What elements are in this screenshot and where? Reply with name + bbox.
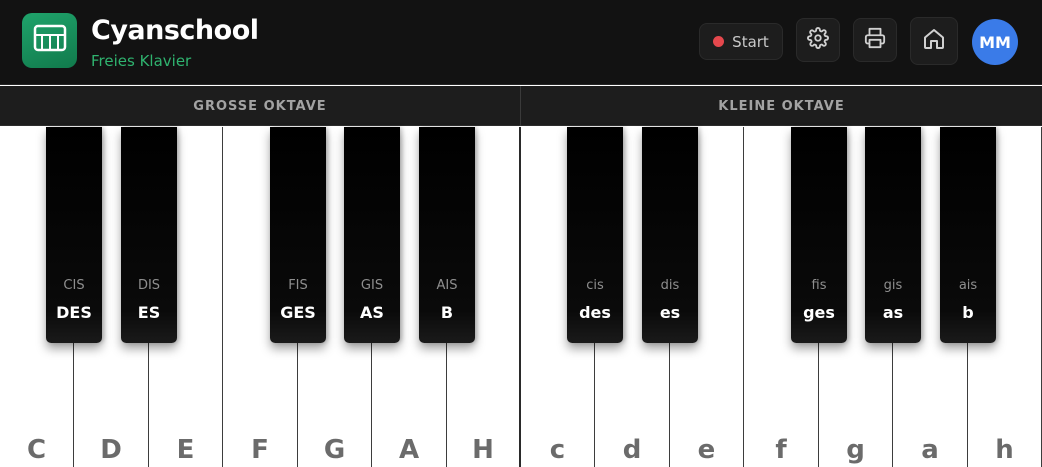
- home-icon: [922, 27, 946, 56]
- white-key-label: g: [846, 435, 865, 465]
- octave-label-kleine: KLEINE OKTAVE: [718, 98, 845, 114]
- white-key-label: D: [100, 435, 122, 465]
- white-key-label: E: [176, 435, 195, 465]
- octave-bar: GROSSE OKTAVE KLEINE OKTAVE: [0, 86, 1042, 126]
- octave-label-grosse: GROSSE OKTAVE: [193, 98, 327, 114]
- app-title: Cyanschool: [91, 15, 259, 46]
- black-key-B[interactable]: AIS B: [419, 127, 475, 343]
- user-avatar[interactable]: MM: [972, 19, 1018, 65]
- piano-keyboard: C D E F G A Hc d e f g a h CIS DES DIS ES FIS GES GIS AS AIS B…: [0, 127, 1042, 467]
- black-key-b[interactable]: ais b: [940, 127, 996, 343]
- app-logo: [22, 13, 77, 68]
- white-key-label: a: [921, 435, 939, 465]
- black-key-sharp-label: gis: [883, 278, 903, 293]
- black-key-sharp-label: ais: [958, 278, 978, 293]
- record-dot-icon: [713, 36, 725, 47]
- black-key-flat-label: B: [440, 303, 454, 322]
- black-key-sharp-label: GIS: [360, 278, 384, 293]
- start-button[interactable]: Start: [699, 23, 783, 60]
- black-key-sharp-label: FIS: [288, 278, 308, 293]
- black-key-des[interactable]: cis des: [567, 127, 623, 343]
- black-key-sharp-label: CIS: [63, 278, 85, 293]
- white-key-label: c: [549, 435, 566, 465]
- black-key-sharp-label: dis: [660, 278, 680, 293]
- app-header: Cyanschool Freies Klavier Start MM: [0, 0, 1042, 85]
- print-button[interactable]: [853, 18, 897, 62]
- black-key-GES[interactable]: FIS GES: [270, 127, 326, 343]
- black-key-sharp-label: cis: [586, 278, 604, 293]
- black-key-as[interactable]: gis as: [865, 127, 921, 343]
- black-key-sharp-label: DIS: [137, 278, 161, 293]
- gear-icon: [807, 26, 829, 54]
- black-key-flat-label: AS: [360, 303, 384, 322]
- white-key-label: d: [622, 435, 642, 465]
- black-key-ES[interactable]: DIS ES: [121, 127, 177, 343]
- app-subtitle: Freies Klavier: [91, 52, 192, 70]
- black-key-flat-label: as: [882, 303, 904, 322]
- black-key-flat-label: ges: [803, 303, 835, 322]
- black-key-flat-label: b: [962, 303, 974, 322]
- home-button[interactable]: [910, 17, 958, 65]
- start-label: Start: [732, 32, 769, 51]
- black-key-flat-label: es: [659, 303, 681, 322]
- black-key-sharp-label: AIS: [436, 278, 458, 293]
- white-key-label: A: [398, 435, 420, 465]
- white-key-label: G: [323, 435, 346, 465]
- black-key-flat-label: GES: [280, 303, 316, 322]
- white-key-label: H: [472, 435, 494, 465]
- white-key-label: h: [995, 435, 1014, 465]
- black-key-flat-label: DES: [56, 303, 92, 322]
- white-key-label: f: [775, 435, 787, 465]
- black-key-ges[interactable]: fis ges: [791, 127, 847, 343]
- piano-icon: [33, 24, 67, 57]
- black-key-es[interactable]: dis es: [642, 127, 698, 343]
- black-key-sharp-label: fis: [811, 278, 827, 293]
- black-key-DES[interactable]: CIS DES: [46, 127, 102, 343]
- printer-icon: [864, 27, 886, 54]
- settings-button[interactable]: [796, 18, 840, 62]
- black-key-flat-label: des: [579, 303, 611, 322]
- black-key-flat-label: ES: [137, 303, 161, 322]
- white-key-label: C: [26, 435, 47, 465]
- white-key-label: e: [697, 435, 716, 465]
- white-key-label: F: [251, 435, 269, 465]
- black-key-AS[interactable]: GIS AS: [344, 127, 400, 343]
